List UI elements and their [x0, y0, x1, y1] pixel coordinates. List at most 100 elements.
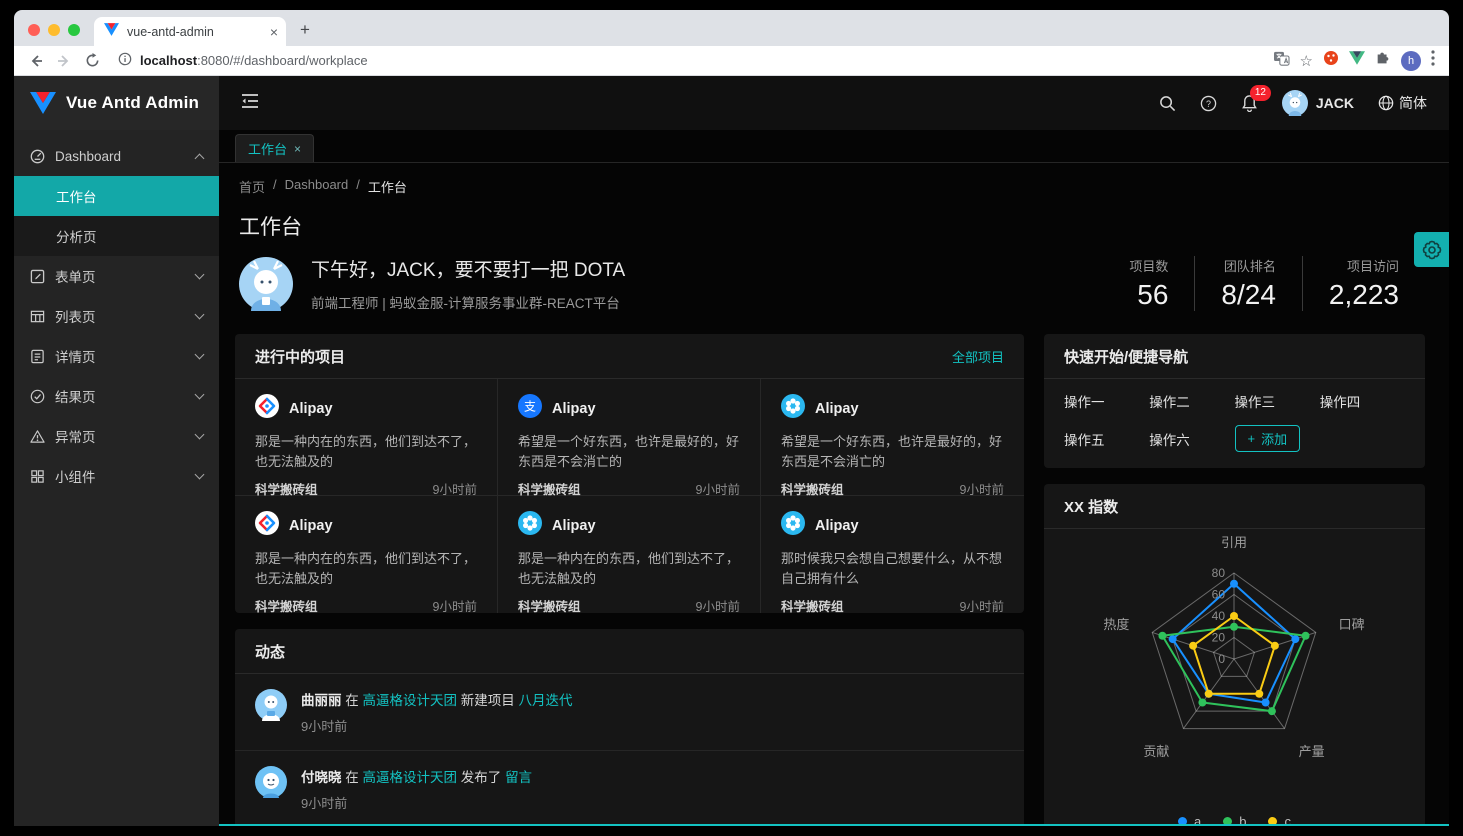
- quicknav-link[interactable]: 操作六: [1149, 429, 1234, 449]
- breadcrumb-dashboard[interactable]: Dashboard: [285, 177, 349, 196]
- index-chart-card: XX 指数 020406080引用口碑产量贡献热度 abc: [1044, 484, 1425, 826]
- greeting-text: 下午好，JACK，要不要打一把 DOTA: [311, 255, 1103, 282]
- sidebar-item-results[interactable]: 结果页: [14, 376, 219, 416]
- project-name[interactable]: Alipay: [552, 401, 596, 417]
- app-title: Vue Antd Admin: [66, 93, 199, 113]
- form-icon: [30, 269, 45, 284]
- project-desc: 那是一种内在的东西，他们到达不了，也无法触及的: [255, 432, 477, 472]
- back-icon[interactable]: [24, 49, 48, 73]
- page-tabs-bar: 工作台 ×: [219, 130, 1449, 163]
- activity-avatar: [255, 766, 287, 812]
- browser-profile-avatar[interactable]: h: [1401, 51, 1421, 71]
- quicknav-link[interactable]: 操作五: [1064, 429, 1149, 449]
- project-name[interactable]: Alipay: [289, 401, 333, 417]
- url-path: :8080/#/dashboard/workplace: [197, 53, 368, 68]
- page-tab-workplace[interactable]: 工作台 ×: [235, 134, 314, 162]
- role-text: 前端工程师 | 蚂蚁金服-计算服务事业群-REACT平台: [311, 292, 1103, 312]
- extensions-puzzle-icon[interactable]: [1375, 50, 1391, 71]
- project-desc: 希望是一个好东西，也许是最好的，好东西是不会消亡的: [781, 432, 1004, 472]
- new-tab-button[interactable]: +: [286, 20, 324, 46]
- chevron-down-icon: [195, 350, 205, 360]
- reload-icon[interactable]: [80, 49, 104, 73]
- bookmark-star-icon[interactable]: ☆: [1300, 52, 1313, 70]
- chart-card-title: XX 指数: [1064, 496, 1118, 517]
- user-menu[interactable]: JACK: [1282, 90, 1354, 116]
- activity-item: 曲丽丽 在 高逼格设计天团 新建项目 八月迭代9小时前: [235, 674, 1024, 750]
- project-card[interactable]: Alipay那是一种内在的东西，他们到达不了，也无法触及的科学搬砖组9小时前: [235, 379, 498, 496]
- svg-text:0: 0: [1218, 652, 1225, 666]
- project-name[interactable]: Alipay: [289, 518, 333, 534]
- page-tab-close-icon[interactable]: ×: [294, 142, 301, 156]
- menu-fold-icon[interactable]: [241, 93, 259, 114]
- help-icon[interactable]: ?: [1200, 95, 1217, 112]
- project-group-link[interactable]: 科学搬砖组: [255, 596, 318, 615]
- globe-icon: [1378, 95, 1394, 111]
- quicknav-link[interactable]: 操作二: [1149, 391, 1234, 411]
- quicknav-link[interactable]: 操作三: [1235, 391, 1320, 411]
- theme-accent-line: [219, 824, 1449, 826]
- quicknav-link[interactable]: 操作四: [1320, 391, 1405, 411]
- project-card[interactable]: Alipay希望是一个好东西，也许是最好的，好东西是不会消亡的科学搬砖组9小时前: [761, 379, 1024, 496]
- project-name[interactable]: Alipay: [552, 518, 596, 534]
- maximize-window-button[interactable]: [68, 24, 80, 36]
- activity-avatar: [255, 689, 287, 735]
- settings-button[interactable]: [1414, 232, 1449, 267]
- language-label: 简体: [1399, 93, 1427, 113]
- project-card[interactable]: Alipay那时候我只会想自己想要什么，从不想自己拥有什么科学搬砖组9小时前: [761, 496, 1024, 613]
- sidebar-item-forms[interactable]: 表单页: [14, 256, 219, 296]
- activity-user[interactable]: 曲丽丽: [301, 693, 342, 708]
- sidebar-item-analysis[interactable]: 分析页: [14, 216, 219, 256]
- alipay-logo-icon: 支: [518, 394, 542, 423]
- all-projects-link[interactable]: 全部项目: [952, 347, 1004, 366]
- add-button[interactable]: +添加: [1235, 425, 1301, 452]
- project-card[interactable]: Alipay那是一种内在的东西，他们到达不了，也无法触及的科学搬砖组9小时前: [235, 496, 498, 613]
- quicknav-links: 操作一 操作二 操作三 操作四 操作五 操作六 +添加: [1044, 379, 1425, 468]
- sidebar-item-exceptions[interactable]: 异常页: [14, 416, 219, 456]
- page-info-icon[interactable]: [118, 52, 132, 69]
- tab-close-icon[interactable]: ×: [270, 24, 278, 40]
- project-group-link[interactable]: 科学搬砖组: [781, 596, 844, 615]
- vue-favicon-icon: [104, 23, 119, 41]
- welcome-block: 下午好，JACK，要不要打一把 DOTA 前端工程师 | 蚂蚁金服-计算服务事业…: [219, 241, 1449, 334]
- browser-tab[interactable]: vue-antd-admin ×: [94, 17, 286, 46]
- search-icon[interactable]: [1159, 95, 1176, 112]
- breadcrumb: 首页 / Dashboard / 工作台: [219, 163, 1449, 196]
- main-content: 工作台 × 首页 / Dashboard / 工作台 工作台 下午好，JACK，…: [219, 130, 1449, 826]
- browser-tab-title: vue-antd-admin: [127, 25, 262, 39]
- sidebar-item-widgets[interactable]: 小组件: [14, 456, 219, 496]
- minimize-window-button[interactable]: [48, 24, 60, 36]
- close-window-button[interactable]: [28, 24, 40, 36]
- notifications-bell-icon[interactable]: 12: [1241, 94, 1258, 112]
- extension-orange-icon[interactable]: [1323, 50, 1339, 71]
- address-bar[interactable]: localhost:8080/#/dashboard/workplace: [108, 52, 1269, 69]
- forward-icon[interactable]: [52, 49, 76, 73]
- vue-devtools-icon[interactable]: [1349, 51, 1365, 70]
- activity-group-link[interactable]: 高逼格设计天团: [363, 693, 458, 708]
- stat-team-rank: 团队排名 8/24: [1194, 256, 1302, 311]
- activity-target-link[interactable]: 八月迭代: [519, 693, 573, 708]
- translate-icon[interactable]: [1273, 51, 1290, 71]
- project-name[interactable]: Alipay: [815, 401, 859, 417]
- project-desc: 那时候我只会想自己想要什么，从不想自己拥有什么: [781, 549, 1004, 589]
- antd-logo-icon: [255, 394, 279, 423]
- activity-user[interactable]: 付晓晓: [301, 770, 342, 785]
- quicknav-link[interactable]: 操作一: [1064, 391, 1149, 411]
- project-group-link[interactable]: 科学搬砖组: [518, 596, 581, 615]
- project-card[interactable]: 支Alipay希望是一个好东西，也许是最好的，好东西是不会消亡的科学搬砖组9小时…: [498, 379, 761, 496]
- sidebar-item-workplace[interactable]: 工作台: [14, 176, 219, 216]
- plus-icon: +: [1248, 431, 1256, 446]
- chrome-menu-icon[interactable]: [1431, 50, 1435, 71]
- activity-group-link[interactable]: 高逼格设计天团: [363, 770, 458, 785]
- sidebar-item-details[interactable]: 详情页: [14, 336, 219, 376]
- activity-target-link[interactable]: 留言: [505, 770, 532, 785]
- app-logo[interactable]: Vue Antd Admin: [14, 76, 219, 130]
- profile-icon: [30, 349, 45, 364]
- url-host: localhost: [140, 53, 197, 68]
- project-name[interactable]: Alipay: [815, 518, 859, 534]
- language-switcher[interactable]: 简体: [1378, 93, 1427, 113]
- sidebar-item-dashboard[interactable]: Dashboard: [14, 136, 219, 176]
- project-card[interactable]: Alipay那是一种内在的东西，他们到达不了，也无法触及的科学搬砖组9小时前: [498, 496, 761, 613]
- sidebar-item-lists[interactable]: 列表页: [14, 296, 219, 336]
- vue-logo-icon: [30, 92, 56, 114]
- breadcrumb-home[interactable]: 首页: [239, 177, 265, 196]
